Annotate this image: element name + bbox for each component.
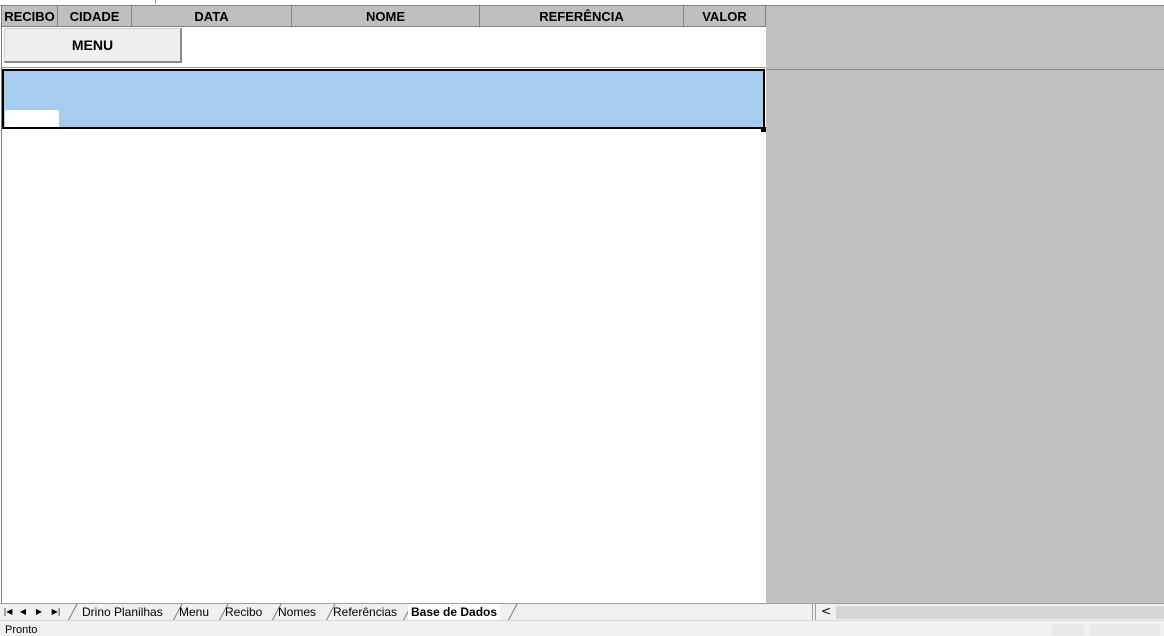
selection-top-rule [2,67,766,68]
top-strip-nub [155,0,156,4]
tab-recibo[interactable]: Recibo [225,604,262,620]
tab-drino-planilhas[interactable]: Drino Planilhas [82,604,163,620]
prev-sheet-icon[interactable]: ◀ [17,605,29,619]
tab-referencias[interactable]: Referências [333,604,397,620]
header-recibo[interactable]: RECIBO [2,6,58,26]
status-text: Pronto [5,624,38,636]
tab-base-de-dados[interactable]: Base de Dados [408,604,501,620]
selected-range[interactable] [2,69,765,129]
view-buttons[interactable] [1052,624,1084,635]
header-data[interactable]: DATA [132,6,292,26]
sheet-tab-bar: |◀ ◀ ▶ ▶| Drino Planilhas Menu Recibo No… [0,603,1164,620]
tab-nomes[interactable]: Nomes [278,604,316,620]
header-nome[interactable]: NOME [292,6,480,26]
active-cell[interactable] [5,110,59,127]
header-valor[interactable]: VALOR [684,6,766,26]
tab-separator [68,604,78,620]
scroll-left-icon[interactable]: < [818,604,834,620]
zoom-slider[interactable] [1090,624,1160,635]
last-sheet-icon[interactable]: ▶| [50,605,62,619]
column-header-row: RECIBO CIDADE DATA NOME REFERÊNCIA VALOR [2,6,766,27]
fill-handle[interactable] [761,127,766,132]
status-bar: Pronto [0,620,1164,636]
unused-area-divider [766,69,1164,70]
unused-area [766,6,1164,603]
tab-separator [508,604,518,620]
menu-button[interactable]: MENU [4,28,182,63]
header-referencia[interactable]: REFERÊNCIA [480,6,684,26]
first-sheet-icon[interactable]: |◀ [2,605,14,619]
tab-split-handle[interactable] [812,604,816,620]
next-sheet-icon[interactable]: ▶ [33,605,45,619]
tab-menu[interactable]: Menu [179,604,209,620]
horizontal-scrollbar[interactable] [836,606,1164,619]
spreadsheet-window: RECIBO CIDADE DATA NOME REFERÊNCIA VALOR… [0,0,1164,636]
header-cidade[interactable]: CIDADE [58,6,132,26]
